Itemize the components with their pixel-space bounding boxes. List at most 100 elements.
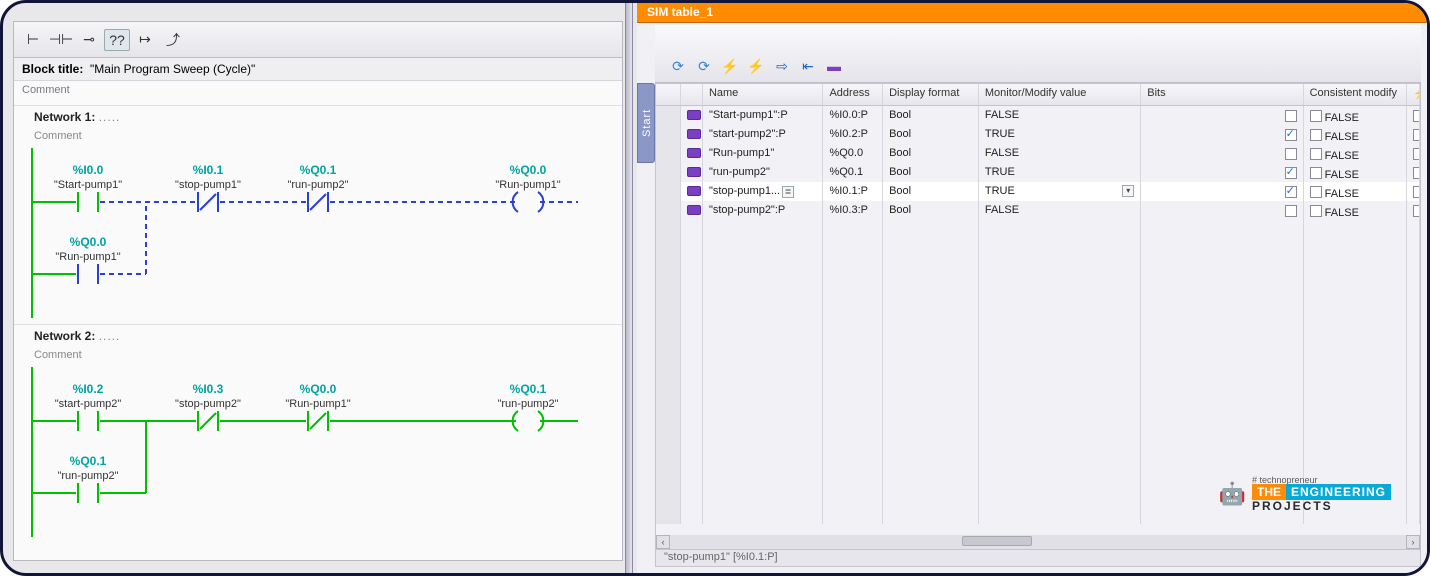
toolbar-question-box-icon[interactable]: ??	[104, 29, 130, 51]
cell-end[interactable]	[1407, 144, 1420, 163]
table-row[interactable]: "stop-pump1...≣%I0.1:PBool▾TRUE FALSE	[656, 182, 1420, 201]
horizontal-scrollbar[interactable]: ‹ ›	[655, 535, 1421, 549]
cell-end[interactable]	[1407, 106, 1420, 125]
cell-monitor-value[interactable]: FALSE	[979, 201, 1141, 220]
cell-bits[interactable]	[1141, 182, 1303, 201]
cell-monitor-value[interactable]: TRUE	[979, 163, 1141, 182]
cell-format[interactable]: Bool	[883, 182, 979, 201]
toolbar-closed-contact-icon[interactable]: ⊣⊢	[48, 29, 74, 51]
export-icon[interactable]: ⇨	[771, 56, 793, 76]
cell-format[interactable]: Bool	[883, 106, 979, 125]
table-row-empty[interactable]	[656, 239, 1420, 258]
tag-icon[interactable]: ▬	[823, 56, 845, 76]
bit-checkbox[interactable]	[1285, 148, 1297, 160]
cell-monitor-value[interactable]: TRUE	[979, 125, 1141, 144]
end-checkbox[interactable]	[1413, 110, 1420, 122]
cell-consistent-modify[interactable]: FALSE	[1304, 182, 1407, 201]
chevron-down-icon[interactable]: ▾	[1122, 185, 1134, 197]
pane-splitter[interactable]	[625, 3, 633, 573]
table-row[interactable]: "Start-pump1":P%I0.0:PBoolFALSE FALSE	[656, 106, 1420, 125]
end-checkbox[interactable]	[1413, 186, 1420, 198]
cell-bits[interactable]	[1141, 163, 1303, 182]
start-tab[interactable]: Start	[637, 83, 655, 163]
cell-consistent-modify[interactable]: FALSE	[1304, 163, 1407, 182]
end-checkbox[interactable]	[1413, 148, 1420, 160]
cell-address[interactable]: %I0.0:P	[823, 106, 883, 125]
hdr-display-format[interactable]: Display format	[883, 84, 979, 105]
consistent-checkbox[interactable]	[1310, 110, 1322, 122]
hdr-monitor-modify[interactable]: Monitor/Modify value	[979, 84, 1141, 105]
consistent-checkbox[interactable]	[1310, 205, 1322, 217]
hdr-end[interactable]: ⚡	[1407, 84, 1420, 105]
table-row-empty[interactable]	[656, 220, 1420, 239]
cell-name[interactable]: "Run-pump1"	[703, 144, 824, 163]
cell-monitor-value[interactable]: FALSE	[979, 144, 1141, 163]
flash-icon[interactable]: ⚡	[719, 56, 741, 76]
refresh-all-icon[interactable]: ⟳	[693, 56, 715, 76]
cell-end[interactable]	[1407, 201, 1420, 220]
cell-bits[interactable]	[1141, 106, 1303, 125]
end-checkbox[interactable]	[1413, 129, 1420, 141]
scroll-thumb[interactable]	[962, 536, 1032, 546]
cell-address[interactable]: %I0.3:P	[823, 201, 883, 220]
cell-end[interactable]	[1407, 125, 1420, 144]
end-checkbox[interactable]	[1413, 167, 1420, 179]
cell-name[interactable]: "start-pump2":P	[703, 125, 824, 144]
consistent-checkbox[interactable]	[1310, 186, 1322, 198]
block-title-value[interactable]: "Main Program Sweep (Cycle)"	[90, 62, 255, 76]
bit-checkbox[interactable]	[1285, 186, 1297, 198]
refresh-icon[interactable]: ⟳	[667, 56, 689, 76]
table-row[interactable]: "start-pump2":P%I0.2:PBoolTRUE FALSE	[656, 125, 1420, 144]
cell-name[interactable]: "stop-pump2":P	[703, 201, 824, 220]
cell-consistent-modify[interactable]: FALSE	[1304, 144, 1407, 163]
cell-format[interactable]: Bool	[883, 163, 979, 182]
hdr-address[interactable]: Address	[823, 84, 883, 105]
cell-format[interactable]: Bool	[883, 125, 979, 144]
hdr-bits[interactable]: Bits	[1141, 84, 1303, 105]
table-row[interactable]: "Run-pump1"%Q0.0BoolFALSE FALSE	[656, 144, 1420, 163]
network-comment[interactable]: Comment	[14, 128, 622, 148]
cell-address[interactable]: %I0.1:P	[823, 182, 883, 201]
name-details-button[interactable]: ≣	[782, 186, 794, 198]
table-row-empty[interactable]	[656, 410, 1420, 429]
cell-end[interactable]	[1407, 182, 1420, 201]
table-row-empty[interactable]	[656, 315, 1420, 334]
cell-address[interactable]: %Q0.0	[823, 144, 883, 163]
cell-bits[interactable]	[1141, 125, 1303, 144]
bit-checkbox[interactable]	[1285, 129, 1297, 141]
cell-consistent-modify[interactable]: FALSE	[1304, 125, 1407, 144]
cell-consistent-modify[interactable]: FALSE	[1304, 201, 1407, 220]
consistent-checkbox[interactable]	[1310, 167, 1322, 179]
table-row[interactable]: "stop-pump2":P%I0.3:PBoolFALSE FALSE	[656, 201, 1420, 220]
cell-bits[interactable]	[1141, 144, 1303, 163]
cell-name[interactable]: "Start-pump1":P	[703, 106, 824, 125]
scroll-right-arrow-icon[interactable]: ›	[1406, 535, 1420, 549]
table-row-empty[interactable]	[656, 429, 1420, 448]
cell-name[interactable]: "stop-pump1...≣	[703, 182, 824, 201]
cell-monitor-value[interactable]: ▾TRUE	[979, 182, 1141, 201]
table-row-empty[interactable]	[656, 353, 1420, 372]
scroll-left-arrow-icon[interactable]: ‹	[656, 535, 670, 549]
hdr-name[interactable]: Name	[703, 84, 824, 105]
toolbar-arrow-right-icon[interactable]: ↦	[132, 29, 158, 51]
cell-format[interactable]: Bool	[883, 201, 979, 220]
hdr-consistent-modify[interactable]: Consistent modify	[1304, 84, 1407, 105]
cell-monitor-value[interactable]: FALSE	[979, 106, 1141, 125]
cell-end[interactable]	[1407, 163, 1420, 182]
block-comment-row[interactable]: Comment	[14, 81, 622, 99]
cell-address[interactable]: %Q0.1	[823, 163, 883, 182]
network-header[interactable]: Network 2: .....	[14, 324, 622, 347]
toolbar-arrow-turn-icon[interactable]: ⤴	[160, 29, 186, 51]
bit-checkbox[interactable]	[1285, 167, 1297, 179]
cell-consistent-modify[interactable]: FALSE	[1304, 106, 1407, 125]
ladder-area[interactable]: %I0.2"start-pump2"%I0.3"stop-pump2"%Q0.0…	[14, 367, 622, 537]
end-checkbox[interactable]	[1413, 205, 1420, 217]
cell-format[interactable]: Bool	[883, 144, 979, 163]
table-row-empty[interactable]	[656, 296, 1420, 315]
toolbar-open-contact-icon[interactable]: ⊢	[20, 29, 46, 51]
import-icon[interactable]: ⇤	[797, 56, 819, 76]
table-row-empty[interactable]	[656, 448, 1420, 467]
consistent-checkbox[interactable]	[1310, 129, 1322, 141]
hdr-tag[interactable]	[681, 84, 703, 105]
table-row[interactable]: "run-pump2"%Q0.1BoolTRUE FALSE	[656, 163, 1420, 182]
